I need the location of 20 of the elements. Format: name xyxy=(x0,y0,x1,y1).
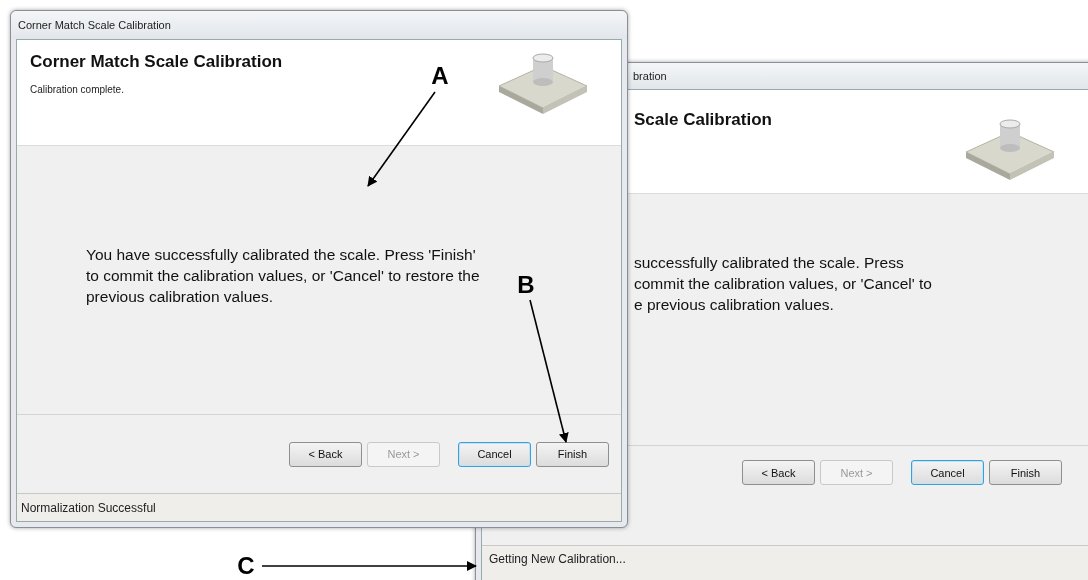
wizard-button[interactable]: Finish xyxy=(989,460,1062,485)
message-text-line: commit the calibration values, or 'Cancel' to xyxy=(634,274,933,294)
callout-label: A xyxy=(431,62,449,89)
callout-label: B xyxy=(517,271,535,298)
wizard-heading: Corner Match Scale Calibration xyxy=(30,52,283,72)
wizard-button[interactable]: Finish xyxy=(536,441,609,467)
wizard-button[interactable]: Cancel xyxy=(458,441,531,467)
window-title: Corner Match Scale Calibration xyxy=(18,19,171,31)
wizard-heading: Scale Calibration xyxy=(634,110,772,130)
wizard-subtitle: Calibration complete. xyxy=(30,84,125,95)
message-text-line: e previous calibration values. xyxy=(634,295,835,315)
message-text-line: successfully calibrated the scale. Press xyxy=(634,253,905,273)
status-text: Normalization Successful xyxy=(21,500,156,515)
status-text: Getting New Calibration... xyxy=(489,552,626,566)
wizard-button[interactable]: < Back xyxy=(289,441,362,467)
wizard-button[interactable]: < Back xyxy=(742,460,815,485)
message-text: You have successfully calibrated the scale. Press 'Finish' to commit the calibration values, or 'Cancel' to restore the previous calibration values. xyxy=(86,245,481,307)
wizard-button[interactable]: Cancel xyxy=(911,460,984,485)
window-title: bration xyxy=(633,70,667,82)
callout-label: C xyxy=(237,552,255,579)
